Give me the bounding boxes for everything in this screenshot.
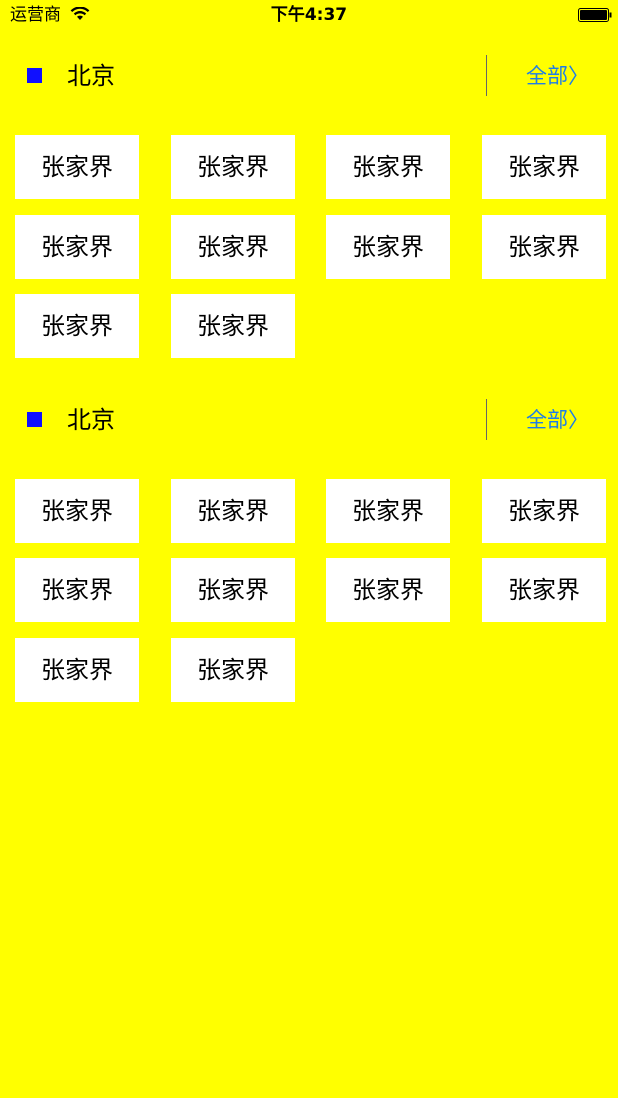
tag-button[interactable]: 张家界 xyxy=(482,215,606,279)
section-title: 北京 xyxy=(67,406,115,434)
tag-button[interactable]: 张家界 xyxy=(171,479,295,543)
tag-button[interactable]: 张家界 xyxy=(326,135,450,199)
tag-button[interactable]: 张家界 xyxy=(482,135,606,199)
tag-button[interactable]: 张家界 xyxy=(171,294,295,358)
tag-button[interactable]: 张家界 xyxy=(482,558,606,622)
tag-button[interactable]: 张家界 xyxy=(171,638,295,702)
tag-button[interactable]: 张家界 xyxy=(482,479,606,543)
tag-button[interactable]: 张家界 xyxy=(15,558,139,622)
status-time: 下午4:37 xyxy=(270,5,348,25)
tag-button[interactable]: 张家界 xyxy=(15,638,139,702)
tag-button[interactable]: 张家界 xyxy=(171,215,295,279)
status-bar: 运营商 下午4:37 xyxy=(0,0,618,32)
view-all-link[interactable]: 全部〉 xyxy=(526,405,589,435)
tag-button[interactable]: 张家界 xyxy=(15,215,139,279)
battery-icon xyxy=(578,8,612,22)
tag-button[interactable]: 张家界 xyxy=(15,479,139,543)
section-bullet-icon xyxy=(27,68,42,83)
city-section-2: 北京 全部〉 张家界 张家界 张家界 张家界 张家界 张家界 张家界 张家界 张… xyxy=(0,384,618,702)
tag-button[interactable]: 张家界 xyxy=(171,558,295,622)
tag-button[interactable]: 张家界 xyxy=(15,135,139,199)
tag-button[interactable]: 张家界 xyxy=(326,558,450,622)
header-divider xyxy=(486,55,487,96)
tag-button[interactable]: 张家界 xyxy=(171,135,295,199)
tag-button[interactable]: 张家界 xyxy=(326,479,450,543)
section-header: 北京 全部〉 xyxy=(0,40,618,110)
city-section-1: 北京 全部〉 张家界 张家界 张家界 张家界 张家界 张家界 张家界 张家界 张… xyxy=(0,40,618,358)
view-all-link[interactable]: 全部〉 xyxy=(526,61,589,91)
section-title: 北京 xyxy=(67,62,115,90)
tag-button[interactable]: 张家界 xyxy=(15,294,139,358)
section-bullet-icon xyxy=(27,412,42,427)
tag-button[interactable]: 张家界 xyxy=(326,215,450,279)
section-header: 北京 全部〉 xyxy=(0,384,618,454)
header-divider xyxy=(486,399,487,440)
